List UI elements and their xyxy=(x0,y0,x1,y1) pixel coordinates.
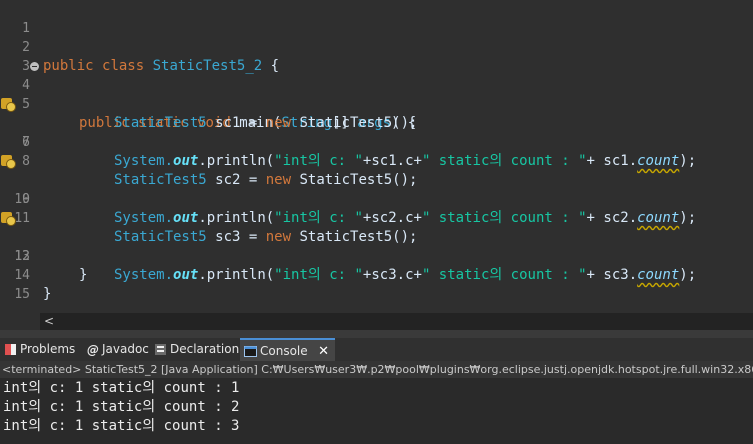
warning-icon[interactable] xyxy=(1,98,16,112)
problems-icon xyxy=(5,344,16,355)
code-line-4[interactable]: 4 public static void main(String[] args)… xyxy=(0,57,753,131)
editor-gutter-bottom xyxy=(0,313,40,330)
code-line-6[interactable]: 6 System.out.println("int의 c: "+sc1.c+" … xyxy=(0,95,753,169)
console-output[interactable]: int의 c: 1 static의 count : 1 int의 c: 1 st… xyxy=(0,378,753,444)
code-line-11[interactable]: 11 StaticTest5 sc3 = new StaticTest5(); xyxy=(0,190,753,245)
horizontal-scrollbar[interactable]: < xyxy=(40,313,753,330)
code-line-12[interactable]: 12 System.out.println("int의 c: "+sc3.c+"… xyxy=(0,209,753,283)
tab-declaration[interactable]: Declaration xyxy=(150,338,240,361)
warning-icon[interactable] xyxy=(1,155,16,169)
code-line-8[interactable]: 8 StaticTest5 sc2 = new StaticTest5(); xyxy=(0,133,753,188)
line-number: 15 xyxy=(14,287,30,302)
code-line-10[interactable]: 10 xyxy=(0,171,753,207)
code-line-7[interactable]: 7 xyxy=(0,114,753,150)
tab-label: Javadoc xyxy=(102,342,149,356)
code-line-9[interactable]: 9 System.out.println("int의 c: "+sc2.c+" … xyxy=(0,152,753,226)
svg-text:@: @ xyxy=(87,343,99,356)
collapse-icon[interactable] xyxy=(30,62,39,71)
tab-javadoc[interactable]: @ Javadoc xyxy=(82,338,150,361)
panel-divider[interactable] xyxy=(0,330,753,338)
code-line-1[interactable]: 1 xyxy=(0,0,753,36)
code-editor[interactable]: 1 2 public class StaticTest5_2 { 3 4 pub… xyxy=(0,0,753,330)
code-line-5[interactable]: 5 StaticTest5 sc1 = new StaticTest5(); xyxy=(0,76,753,131)
tab-label: Problems xyxy=(20,342,76,356)
bottom-panel-tabs: Problems @ Javadoc Declaration Console ✕ xyxy=(0,338,753,361)
code-token: } xyxy=(43,286,52,302)
tab-label: Declaration xyxy=(170,342,240,356)
console-process-status: <terminated> StaticTest5_2 [Java Applica… xyxy=(0,361,753,378)
javadoc-icon: @ xyxy=(87,343,99,356)
console-icon xyxy=(244,346,257,357)
tab-console[interactable]: Console ✕ xyxy=(240,338,335,361)
tab-label: Console xyxy=(260,344,308,358)
console-output-line: int의 c: 1 static의 count : 3 xyxy=(3,418,240,434)
code-line-15[interactable]: 15 xyxy=(0,266,753,302)
code-line-2[interactable]: 2 public class StaticTest5_2 { xyxy=(0,19,753,74)
code-line-13[interactable]: 13 } xyxy=(0,228,753,283)
declaration-icon xyxy=(155,344,166,355)
code-line-3[interactable]: 3 xyxy=(0,38,753,74)
close-icon[interactable]: ✕ xyxy=(318,340,329,363)
scroll-left-icon[interactable]: < xyxy=(44,313,54,330)
console-output-line: int의 c: 1 static의 count : 1 xyxy=(3,380,240,396)
tab-problems[interactable]: Problems xyxy=(0,338,82,361)
console-output-line: int의 c: 1 static의 count : 2 xyxy=(3,399,240,415)
code-line-14[interactable]: 14 } xyxy=(0,247,753,302)
warning-icon[interactable] xyxy=(1,212,16,226)
